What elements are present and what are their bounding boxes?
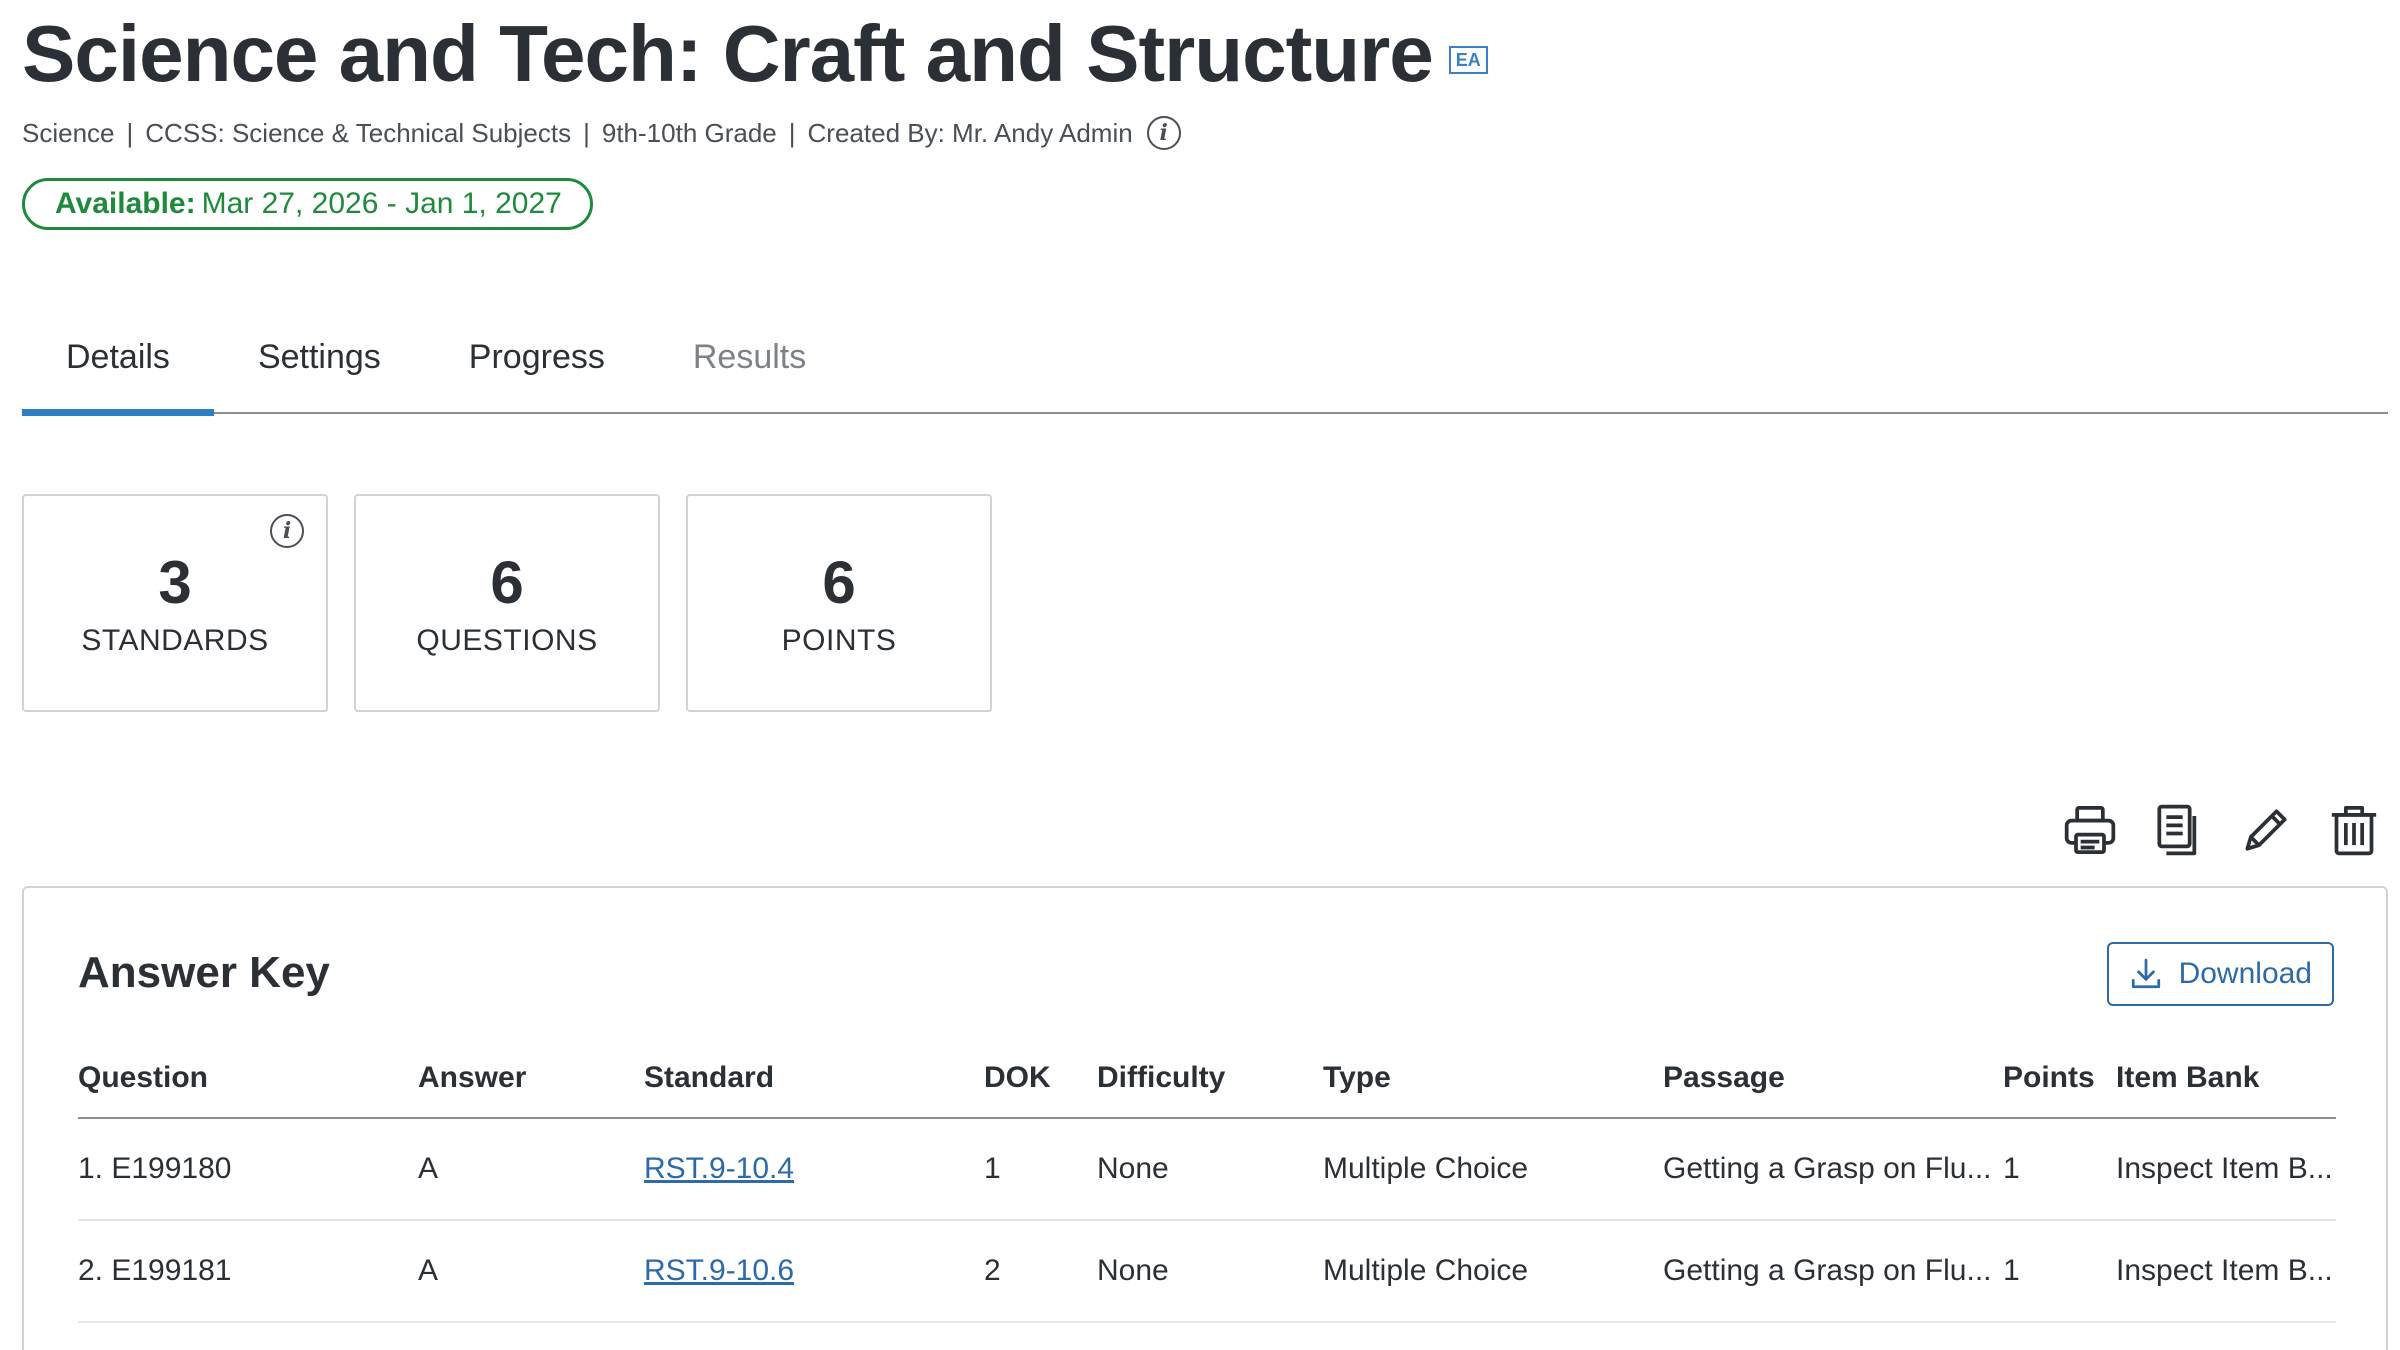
table-row: 2. E199181 A RST.9-10.6 2 None Multiple … (78, 1220, 2336, 1323)
meta-separator: | (583, 117, 590, 148)
meta-subject: Science (22, 117, 115, 148)
cell-points: 1 (2003, 1118, 2116, 1221)
meta-separator: | (788, 117, 796, 148)
tab-details[interactable]: Details (22, 320, 214, 416)
column-header-difficulty[interactable]: Difficulty (1097, 1038, 1323, 1119)
cell-answer: A (418, 1220, 644, 1323)
meta-separator: | (126, 117, 134, 148)
cell-passage: Getting a Grasp on Flu... (1663, 1220, 2003, 1323)
availability-label: Available: (55, 187, 196, 220)
stat-card-standards: i 3 STANDARDS (22, 494, 328, 712)
column-header-type[interactable]: Type (1323, 1038, 1663, 1119)
stat-card-points: 6 POINTS (686, 494, 992, 712)
cell-points: 1 (2003, 1220, 2116, 1323)
column-header-question[interactable]: Question (78, 1038, 418, 1119)
copy-icon (2157, 804, 2197, 856)
stat-value: 6 (490, 549, 524, 616)
table-row: 1. E199180 A RST.9-10.4 1 None Multiple … (78, 1118, 2336, 1221)
cell-difficulty: None (1097, 1118, 1323, 1221)
cell-item-bank: Inspect Item B... (2116, 1118, 2336, 1221)
pencil-icon (2245, 809, 2287, 851)
answer-key-title: Answer Key (78, 948, 330, 997)
copy-button[interactable] (2146, 798, 2210, 862)
cell-answer: A (418, 1118, 644, 1221)
download-button[interactable]: Download (2106, 942, 2334, 1006)
cell-type: Multiple Choice (1323, 1220, 1663, 1323)
meta-creator: Created By: Mr. Andy Admin (807, 117, 1133, 148)
tab-results: Results (692, 338, 807, 376)
cell-dok: 1 (984, 1118, 1097, 1221)
cell-standard: RST.9-10.6 (644, 1220, 984, 1323)
meta-grade: 9th-10th Grade (601, 117, 777, 148)
cell-type: Multiple Choice (1323, 1118, 1663, 1221)
table-header-row: Question Answer Standard DOK Difficulty … (78, 1038, 2336, 1119)
availability-dates: Mar 27, 2026 - Jan 1, 2027 (201, 187, 562, 220)
cell-item-bank: Inspect Item B... (2116, 1220, 2336, 1323)
download-icon (2131, 958, 2160, 989)
answer-key-table: Question Answer Standard DOK Difficulty … (78, 1038, 2336, 1323)
info-icon[interactable]: i (1146, 116, 1181, 150)
column-header-points[interactable]: Points (2003, 1038, 2116, 1119)
cell-question: 2. E199181 (78, 1220, 418, 1323)
edit-button[interactable] (2234, 798, 2298, 862)
tab-progress[interactable]: Progress (425, 320, 649, 414)
tab-bar: Details Settings Progress Results (22, 320, 2388, 416)
action-toolbar (2058, 798, 2386, 862)
assessment-meta: Science | CCSS: Science & Technical Subj… (22, 116, 1181, 150)
stat-label: POINTS (781, 624, 897, 657)
meta-standard-set: CCSS: Science & Technical Subjects (145, 117, 572, 148)
answer-key-panel: Answer Key Download Question Answer Stan… (22, 886, 2388, 1350)
tab-settings[interactable]: Settings (214, 320, 425, 414)
printer-icon (2064, 805, 2116, 855)
cell-passage: Getting a Grasp on Flu... (1663, 1118, 2003, 1221)
page-header: Science and Tech: Craft and Structure EA (22, 6, 1488, 102)
cell-dok: 2 (984, 1220, 1097, 1323)
ea-badge: EA (1448, 46, 1488, 74)
download-label: Download (2178, 957, 2312, 990)
cell-standard: RST.9-10.4 (644, 1118, 984, 1221)
stat-label: STANDARDS (81, 624, 269, 657)
cell-question: 1. E199180 (78, 1118, 418, 1221)
stat-value: 6 (822, 549, 856, 616)
page-title: Science and Tech: Craft and Structure (22, 9, 1434, 98)
standards-info-icon[interactable]: i (270, 514, 304, 548)
column-header-answer[interactable]: Answer (418, 1038, 644, 1119)
availability-badge: Available: Mar 27, 2026 - Jan 1, 2027 (22, 178, 593, 230)
stat-label: QUESTIONS (416, 624, 598, 657)
stat-card-questions: 6 QUESTIONS (354, 494, 660, 712)
standard-link[interactable]: RST.9-10.4 (644, 1152, 794, 1185)
summary-stats: i 3 STANDARDS 6 QUESTIONS 6 POINTS (22, 494, 992, 712)
stat-value: 3 (158, 549, 192, 616)
trash-icon (2331, 805, 2377, 856)
print-button[interactable] (2058, 798, 2122, 862)
standard-link[interactable]: RST.9-10.6 (644, 1254, 794, 1287)
column-header-item-bank[interactable]: Item Bank (2116, 1038, 2336, 1119)
delete-button[interactable] (2322, 798, 2386, 862)
cell-difficulty: None (1097, 1220, 1323, 1323)
column-header-standard[interactable]: Standard (644, 1038, 984, 1119)
column-header-dok[interactable]: DOK (984, 1038, 1097, 1119)
column-header-passage[interactable]: Passage (1663, 1038, 2003, 1119)
